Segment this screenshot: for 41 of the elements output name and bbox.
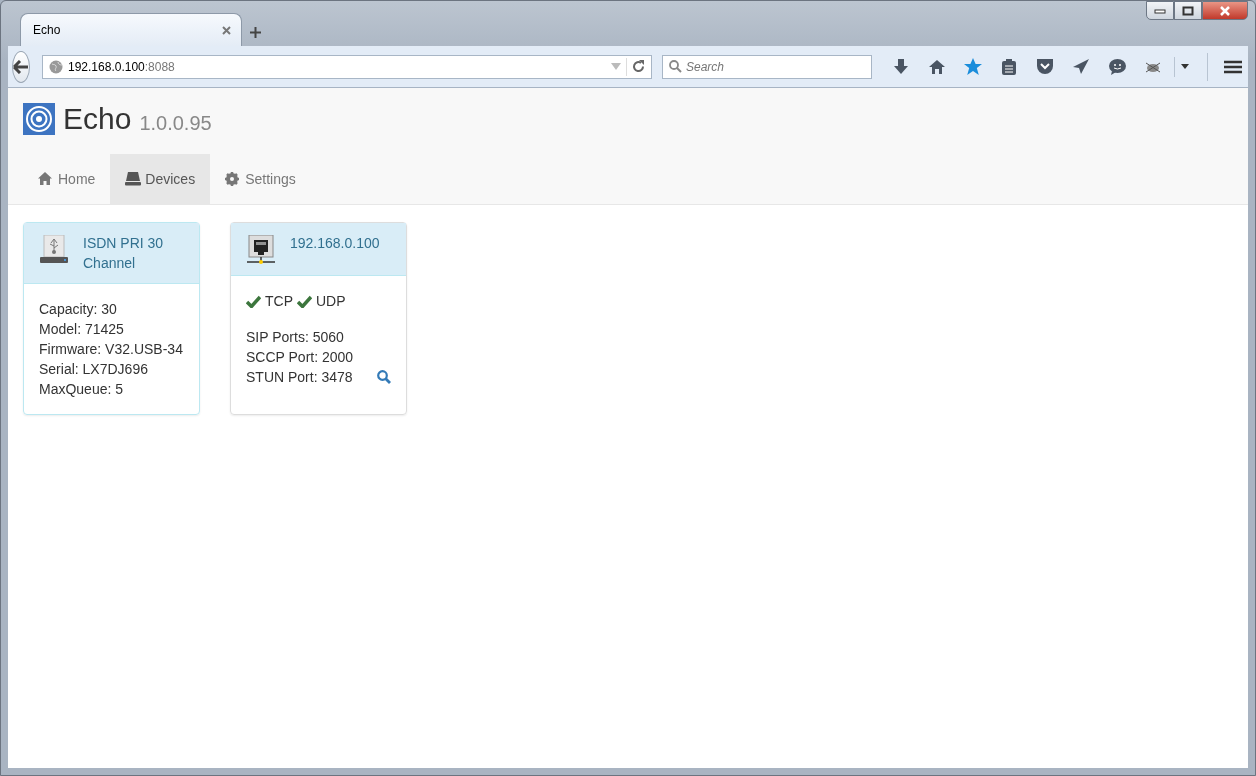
device-title[interactable]: 192.168.0.100 bbox=[290, 233, 380, 253]
device-detail: Model: 71425 bbox=[39, 320, 124, 339]
back-button[interactable] bbox=[12, 50, 30, 83]
minimize-icon bbox=[1154, 7, 1166, 14]
device-detail: STUN Port: 3478 bbox=[246, 368, 353, 387]
close-tab-icon[interactable] bbox=[222, 25, 231, 35]
device-detail: SIP Ports: 5060 bbox=[246, 328, 344, 347]
close-window-button[interactable] bbox=[1202, 1, 1248, 20]
nav-tab[interactable]: Home bbox=[23, 154, 111, 204]
browser-tab[interactable]: Echo bbox=[20, 13, 242, 46]
app-version: 1.0.0.95 bbox=[139, 111, 212, 136]
maximize-button[interactable] bbox=[1174, 1, 1202, 20]
ethernet-port-icon bbox=[246, 235, 276, 265]
usb-drive-icon bbox=[39, 235, 69, 265]
device-detail: SCCP Port: 2000 bbox=[246, 348, 354, 367]
globe-icon bbox=[49, 59, 63, 74]
maximize-icon bbox=[1182, 5, 1194, 16]
back-arrow-icon bbox=[13, 59, 29, 74]
new-tab-icon[interactable] bbox=[250, 27, 261, 38]
nav-tab[interactable]: Settings bbox=[210, 154, 311, 204]
dropdown-caret-icon[interactable] bbox=[1181, 64, 1189, 69]
device-detail: Capacity: 30 bbox=[39, 300, 117, 319]
close-icon bbox=[1219, 5, 1231, 16]
minimize-button[interactable] bbox=[1146, 1, 1174, 20]
device-detail: MaxQueue: 5 bbox=[39, 380, 124, 399]
home-icon bbox=[38, 172, 54, 186]
address-bar[interactable]: 192.168.0.100:8088 bbox=[42, 54, 652, 79]
gear-icon bbox=[225, 172, 242, 186]
search-icon bbox=[669, 60, 682, 73]
device-detail: Serial: LX7DJ696 bbox=[39, 360, 148, 379]
protocol-label: UDP bbox=[316, 292, 346, 311]
device-title[interactable]: ISDN PRI 30 Channel bbox=[83, 233, 184, 273]
search-field[interactable]: Search bbox=[662, 54, 872, 79]
protocol-label: TCP bbox=[265, 292, 293, 311]
device-detail: Firmware: V32.USB-34 bbox=[39, 340, 183, 359]
search-icon[interactable] bbox=[377, 370, 391, 384]
target-logo-icon bbox=[23, 103, 55, 135]
app-title: Echo bbox=[63, 104, 132, 134]
nav-tab[interactable]: Devices bbox=[110, 154, 211, 204]
reload-icon[interactable] bbox=[632, 60, 645, 73]
drive-icon bbox=[125, 172, 142, 186]
